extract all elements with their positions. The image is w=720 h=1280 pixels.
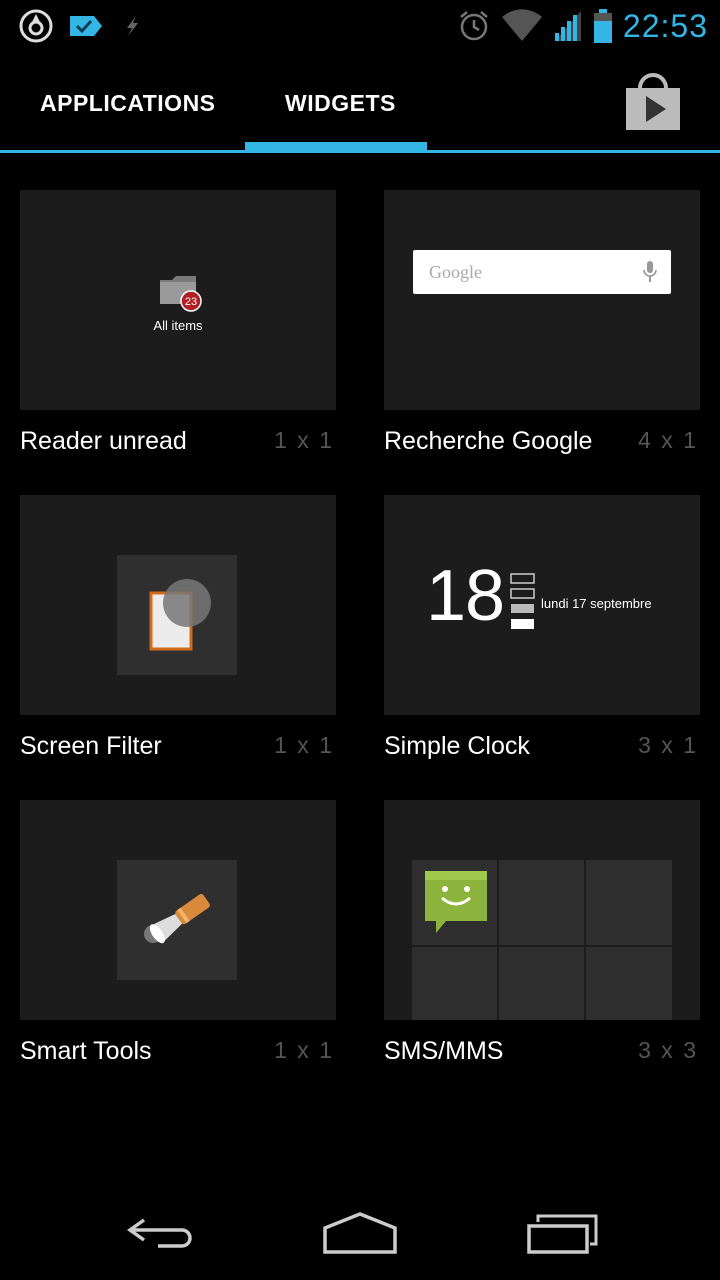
widget-preview [384,800,700,1020]
tab-divider [0,150,720,153]
widget-size: 1 x 1 [274,732,334,758]
widget-size: 1 x 1 [274,1037,334,1063]
widget-reader-unread[interactable]: 23 All items Reader unread 1 x 1 [20,190,336,480]
widget-name: Recherche Google [384,427,593,455]
widget-screen-filter[interactable]: Screen Filter 1 x 1 [20,495,336,785]
sync-circle-icon [19,9,53,43]
battery-icon [593,9,612,43]
widget-preview [20,800,336,1020]
play-store-icon[interactable] [620,70,686,132]
widget-preview: Google [384,190,700,410]
widget-size: 4 x 1 [638,427,698,453]
widget-recherche-google[interactable]: Google Recherche Google 4 x 1 [384,190,700,480]
system-icons: 22:53 [457,4,708,48]
widget-name: SMS/MMS [384,1037,504,1065]
status-clock: 22:53 [622,7,708,44]
tab-bar: APPLICATIONS WIDGETS [0,52,720,154]
sms-cell [586,947,672,1020]
notification-icons [18,8,146,44]
widget-preview: 18 lundi 17 septembre [384,495,700,715]
microphone-icon [643,261,657,282]
tab-widgets[interactable]: WIDGETS [285,90,396,117]
alarm-icon [460,11,488,41]
widget-simple-clock[interactable]: 18 lundi 17 septembre Simple Clock 3 x 1 [384,495,700,785]
wifi-icon [501,9,542,41]
flashlight-icon [144,893,210,944]
messaging-icon [425,871,487,933]
sms-cell [586,860,672,945]
status-bar: 22:53 [0,0,720,52]
widget-smart-tools[interactable]: Smart Tools 1 x 1 [20,800,336,1090]
widget-name: Reader unread [20,427,187,455]
sms-cell [499,947,584,1020]
google-logo: Google [429,262,482,282]
app-tile [117,555,237,675]
signal-icon [554,11,581,41]
widget-preview [20,495,336,715]
clock-date: lundi 17 septembre [541,596,652,611]
reader-folder-label: All items [153,318,203,333]
widget-size: 3 x 3 [638,1037,698,1063]
widget-name: Simple Clock [384,732,530,760]
sms-cell [412,947,497,1020]
app-tile [117,860,237,980]
widget-sms-mms[interactable]: SMS/MMS 3 x 3 [384,800,700,1090]
minute-bars-icon [510,573,535,629]
navigation-bar [0,1190,720,1280]
unread-badge-count: 23 [185,296,197,308]
sms-cell [499,860,584,945]
tab-applications[interactable]: APPLICATIONS [40,90,216,117]
usb-debug-icon [127,16,138,36]
back-icon[interactable] [124,1208,196,1258]
widget-preview: 23 All items [20,190,336,410]
clock-hour: 18 [426,556,505,636]
widget-size: 3 x 1 [638,732,698,758]
widget-size: 1 x 1 [274,427,334,453]
widget-name: Screen Filter [20,732,162,760]
folder-icon: 23 [160,276,202,312]
widget-name: Smart Tools [20,1037,152,1065]
tag-check-icon [70,16,102,36]
sms-grid [412,860,672,1020]
screen-filter-icon [149,579,211,651]
sms-cell [412,860,497,945]
home-icon[interactable] [322,1208,398,1258]
recent-apps-icon[interactable] [526,1208,600,1258]
google-search-bar: Google [413,250,671,294]
